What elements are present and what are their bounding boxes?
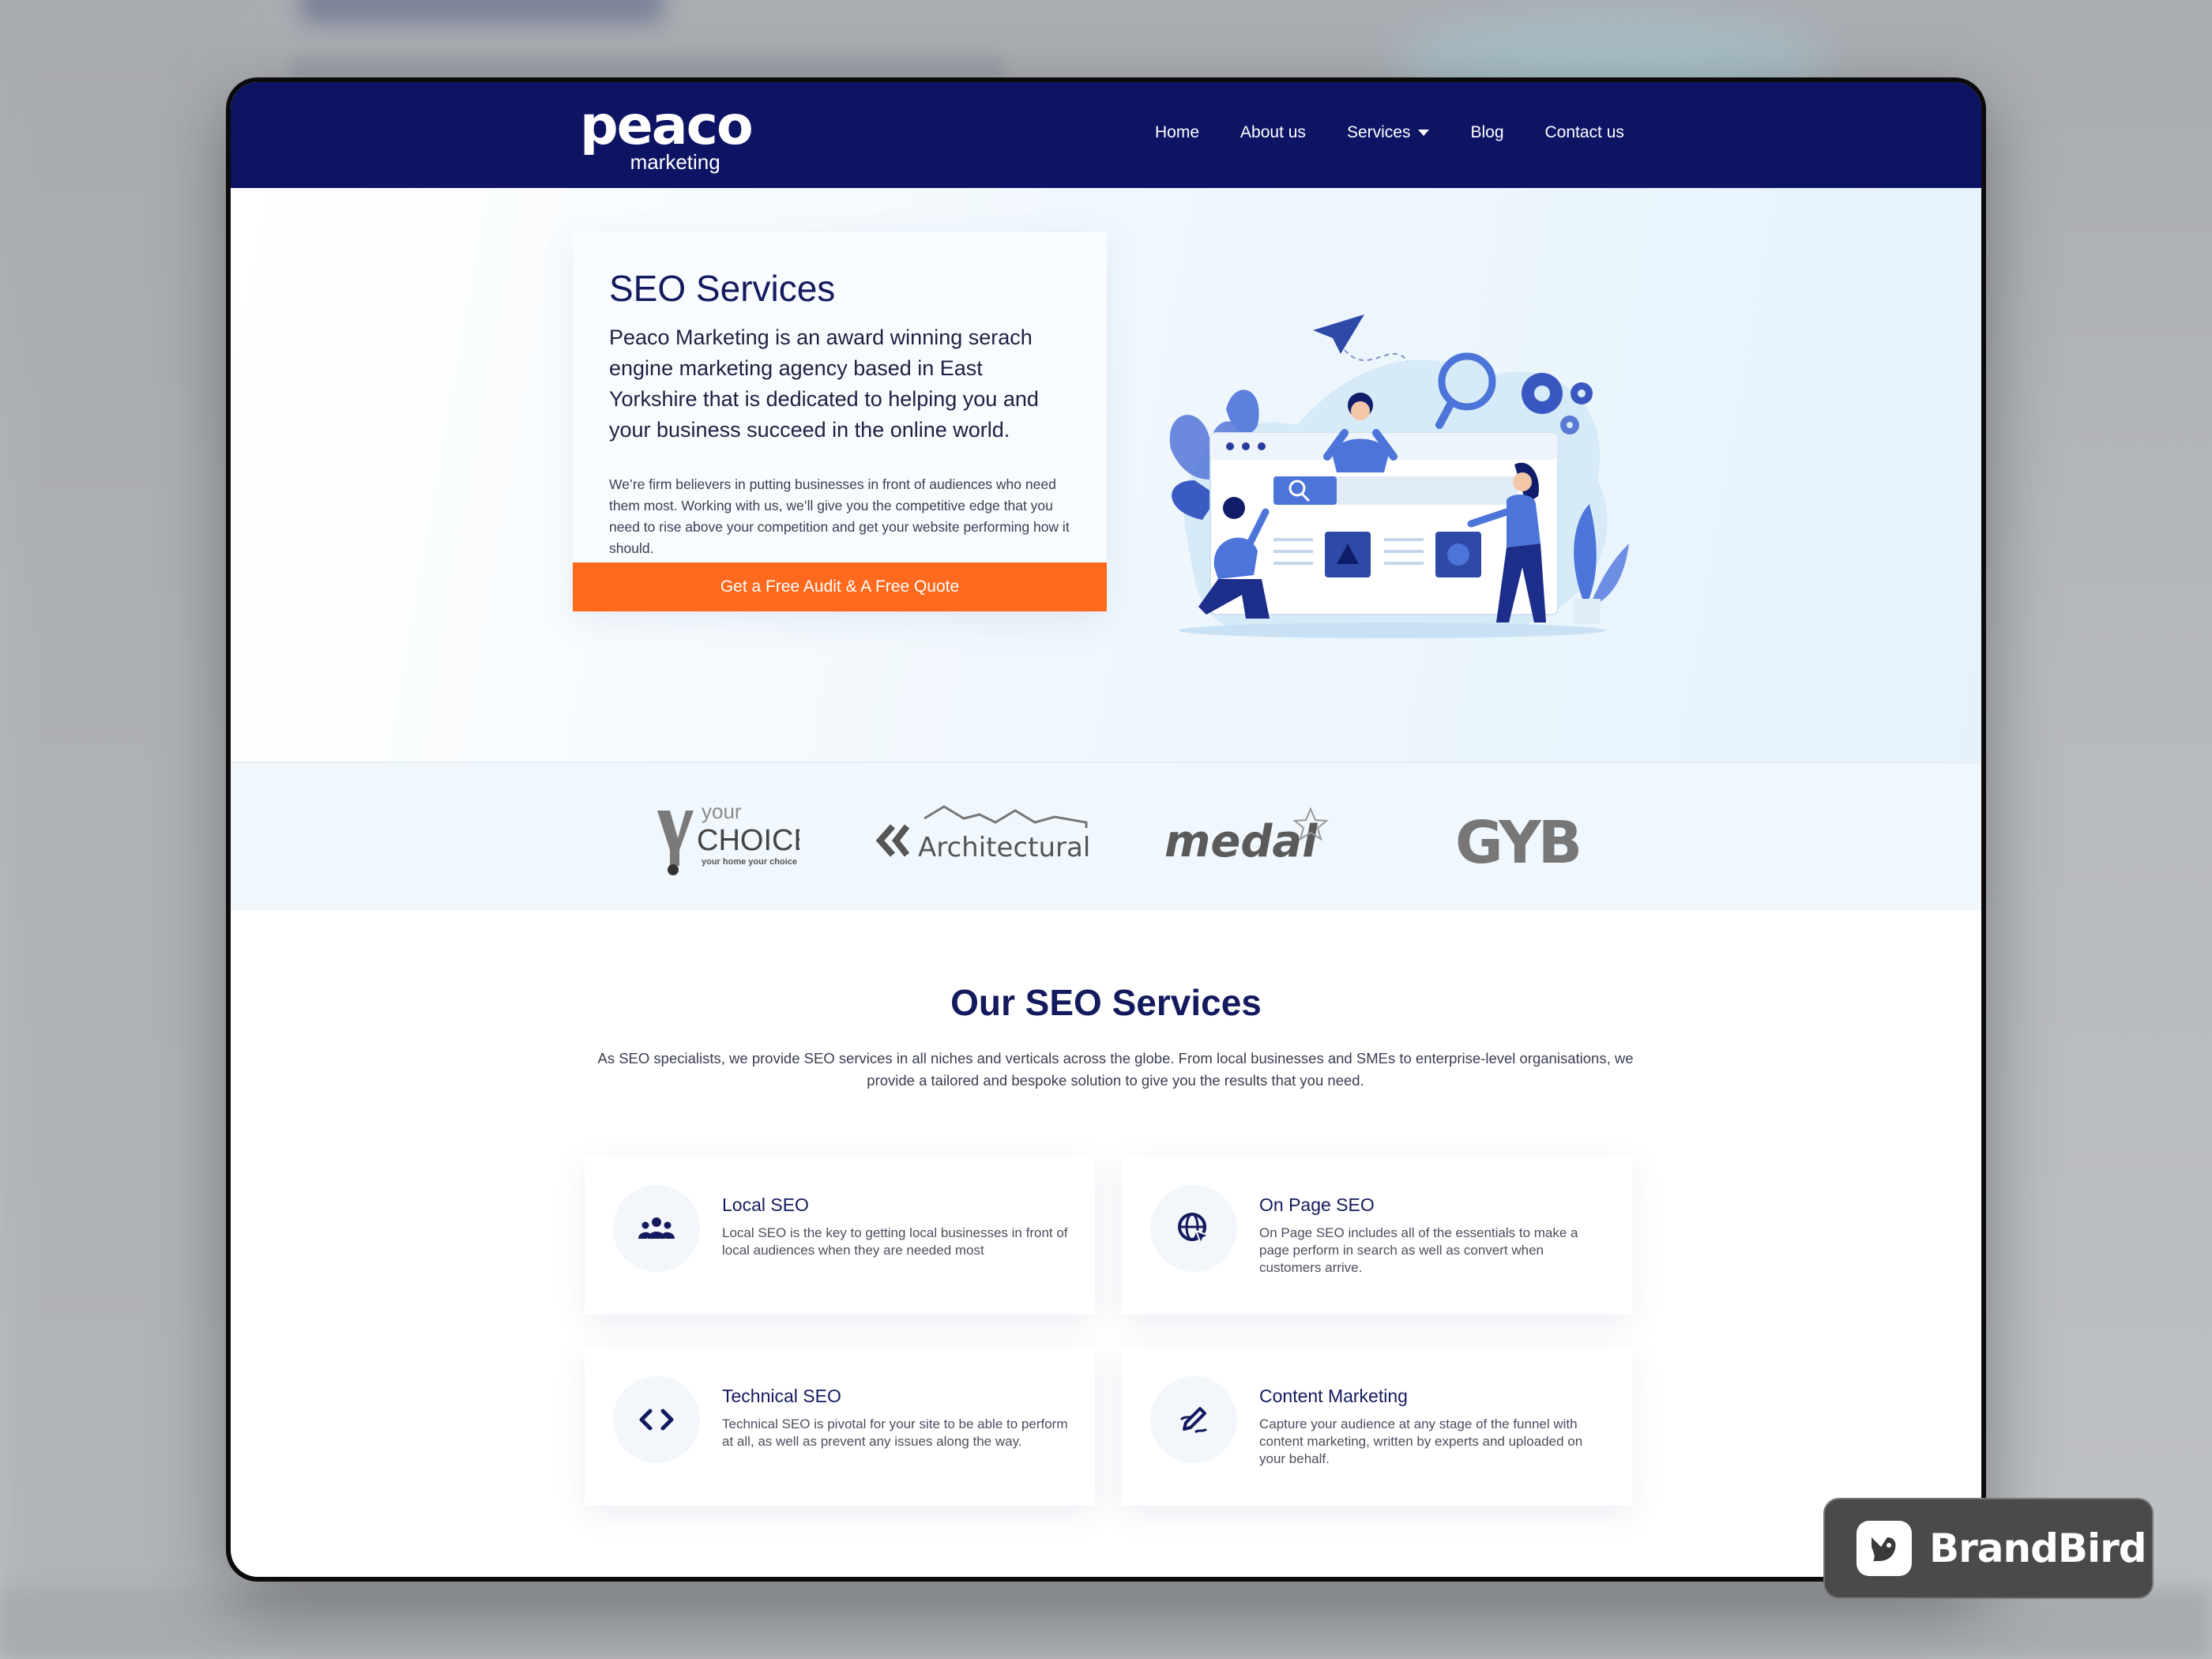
service-title: Local SEO [722, 1194, 809, 1215]
website-screen: peaco marketing Home About us Services B… [231, 82, 1981, 1577]
svg-text:your: your [702, 799, 742, 823]
nav-blog[interactable]: Blog [1470, 123, 1503, 142]
chevron-down-icon [1418, 130, 1430, 136]
nav-contact[interactable]: Contact us [1545, 123, 1624, 142]
seo-illustration [1169, 314, 1629, 638]
users-icon [613, 1185, 700, 1272]
hero-card: SEO Services Peaco Marketing is an award… [573, 232, 1107, 611]
service-card-on-page-seo[interactable]: On Page SEO On Page SEO includes all of … [1122, 1157, 1632, 1315]
service-title: Technical SEO [722, 1386, 841, 1406]
hero-body: We’re firm believers in putting business… [609, 476, 1070, 556]
top-nav: peaco marketing Home About us Services B… [231, 82, 1981, 188]
service-description: Local SEO is the key to getting local bu… [722, 1225, 1068, 1258]
service-title: On Page SEO [1259, 1194, 1375, 1215]
service-description: On Page SEO includes all of the essentia… [1259, 1225, 1578, 1275]
nav-home[interactable]: Home [1155, 123, 1199, 142]
logo-wordmark: peaco [580, 95, 754, 157]
svg-text:your home your choice: your home your choice [702, 857, 797, 867]
client-logos-strip: your CHOICE your home your choice Archit… [231, 762, 1981, 910]
hero-section: SEO Services Peaco Marketing is an award… [231, 188, 1981, 762]
client-logo-gyb: GYB [1455, 809, 1582, 877]
nav-about[interactable]: About us [1240, 123, 1306, 142]
backdrop-shade [0, 0, 229, 1659]
service-title: Content Marketing [1259, 1386, 1408, 1406]
brandbird-label: BrandBird [1929, 1525, 2147, 1571]
svg-text:Architectural: Architectural [918, 832, 1090, 863]
service-card-content-marketing[interactable]: Content Marketing Capture your audience … [1122, 1348, 1632, 1506]
pen-icon [1150, 1376, 1237, 1463]
service-description: Capture your audience at any stage of th… [1259, 1416, 1583, 1466]
client-logo-medal: medal [1164, 807, 1329, 867]
services-heading: Our SEO Services [950, 982, 1262, 1023]
svg-text:CHOICE: CHOICE [697, 824, 799, 857]
client-logo-your-choice: your CHOICE your home your choice [657, 799, 799, 875]
brandbird-badge[interactable]: BrandBird [1823, 1498, 2154, 1599]
client-logo-architectural: Architectural [875, 805, 1090, 863]
nav-links: Home About us Services Blog Contact us [1155, 123, 1624, 142]
backdrop-blur-title [300, 0, 664, 24]
services-intro: As SEO specialists, we provide SEO servi… [597, 1050, 1634, 1089]
service-card-local-seo[interactable]: Local SEO Local SEO is the key to gettin… [585, 1157, 1095, 1315]
svg-text:GYB: GYB [1455, 809, 1579, 877]
globe-cursor-icon [1150, 1185, 1237, 1272]
site-logo[interactable]: peaco marketing [580, 95, 754, 175]
page-title: SEO Services [609, 268, 836, 309]
device-frame: peaco marketing Home About us Services B… [226, 77, 1986, 1582]
service-card-technical-seo[interactable]: Technical SEO Technical SEO is pivotal f… [585, 1348, 1095, 1506]
backdrop-blur-line [292, 59, 1003, 77]
code-icon [613, 1376, 700, 1463]
free-audit-button[interactable]: Get a Free Audit & A Free Quote [573, 562, 1107, 611]
nav-services[interactable]: Services [1347, 123, 1430, 142]
nav-services-label: Services [1346, 123, 1411, 141]
brandbird-logo-icon [1856, 1521, 1912, 1576]
svg-text:medal: medal [1164, 816, 1318, 867]
hero-lead: Peaco Marketing is an award winning sera… [609, 325, 1039, 442]
service-description: Technical SEO is pivotal for your site t… [722, 1416, 1068, 1449]
